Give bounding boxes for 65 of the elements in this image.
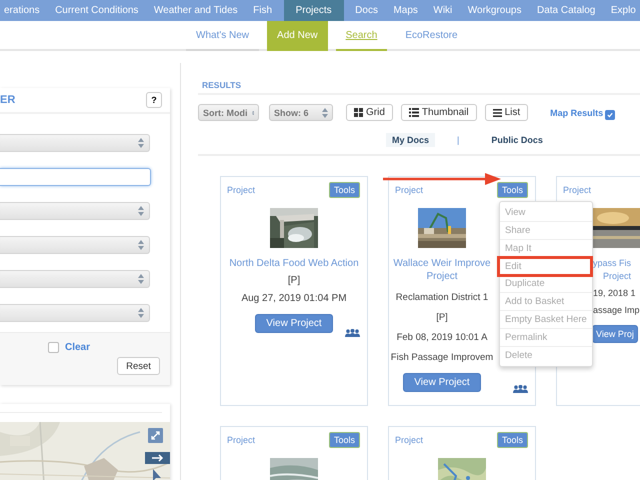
menu-item[interactable]: Map It xyxy=(500,240,592,258)
menu-item[interactable]: Delete xyxy=(500,347,592,364)
nav-tab[interactable]: Explo xyxy=(606,0,640,21)
tools-button[interactable]: Tools xyxy=(496,432,528,448)
view-button[interactable]: Grid xyxy=(346,104,393,121)
select-value: Show: 6 xyxy=(274,108,309,118)
project-title[interactable]: North Delta Food Web Action xyxy=(229,257,359,270)
doc-tab[interactable]: Public Docs xyxy=(485,133,549,147)
nav-tab[interactable]: Wiki xyxy=(429,0,456,21)
sub-tab[interactable]: Search xyxy=(336,21,388,51)
sort-select[interactable]: Sort: Modi xyxy=(198,104,259,121)
nav-tab[interactable]: Workgroups xyxy=(464,0,526,21)
type-label: Project xyxy=(395,435,424,445)
doc-tab[interactable]: My Docs xyxy=(386,133,436,147)
view-project-button[interactable]: View Project xyxy=(255,314,333,333)
info-text: Reclamation District 1 xyxy=(396,292,488,303)
view-button[interactable]: List xyxy=(484,104,528,121)
panel-title: ER xyxy=(0,94,16,106)
view-project-button[interactable]: View Project xyxy=(403,373,481,392)
nav-tab[interactable]: Current Conditions xyxy=(51,0,142,21)
nav-tab[interactable]: Fish xyxy=(249,0,276,21)
project-title[interactable]: Project xyxy=(426,270,458,283)
help-button[interactable]: ? xyxy=(146,92,162,108)
type-label: Project xyxy=(395,185,424,195)
show-select[interactable]: Show: 6 xyxy=(269,104,333,121)
menu-item[interactable]: Share xyxy=(500,222,592,240)
clear-link[interactable]: Clear xyxy=(65,342,90,353)
info-text: Aug 27, 2019 01:04 PM xyxy=(241,293,347,304)
section-title: RESULTS xyxy=(201,80,242,92)
info-text: Feb 08, 2019 10:01 A xyxy=(396,332,488,343)
menu-item[interactable]: View xyxy=(500,204,592,222)
type-label: Project xyxy=(227,185,256,195)
project-title[interactable]: Project xyxy=(593,270,632,283)
menu-item[interactable]: Empty Basket Here xyxy=(500,311,592,329)
sub-tab[interactable]: What's New xyxy=(186,21,260,51)
project-title[interactable]: Wallace Weir Improve xyxy=(393,257,491,270)
menu-item[interactable]: Permalink xyxy=(500,329,592,347)
reset-button[interactable]: Reset xyxy=(117,357,160,375)
add-button[interactable]: Add New xyxy=(267,21,328,51)
separator-text: | xyxy=(457,135,460,145)
view-button[interactable]: Thumbnail xyxy=(400,104,477,121)
type-label: Project xyxy=(563,185,592,195)
map-results-label: Map Results xyxy=(550,108,604,118)
info-text: assage Imp xyxy=(593,305,640,315)
sub-tab[interactable]: EcoRestore xyxy=(395,21,468,51)
select-value: Sort: Modi xyxy=(203,108,248,118)
info-text: [P] xyxy=(436,312,448,323)
tools-button[interactable]: Tools xyxy=(496,182,528,198)
menu-item[interactable]: Edit xyxy=(497,256,593,277)
menu-item[interactable]: Add to Basket xyxy=(500,293,592,311)
project-title[interactable]: ypass Fis xyxy=(593,257,632,270)
nav-tab[interactable]: Docs xyxy=(351,0,382,21)
nav-tab[interactable]: Weather and Tides xyxy=(150,0,242,21)
menu-item[interactable]: Duplicate xyxy=(500,275,592,293)
view-project-button[interactable]: View Proj xyxy=(592,325,638,343)
nav-tab[interactable]: Data Catalog xyxy=(532,0,600,21)
nav-tab[interactable]: Maps xyxy=(389,0,422,21)
info-text: 19, 2018 1 xyxy=(593,288,636,298)
tools-button[interactable]: Tools xyxy=(328,182,360,198)
tools-button[interactable]: Tools xyxy=(328,432,360,448)
info-text: Fish Passage Improvem xyxy=(390,352,494,363)
info-text: [P] xyxy=(288,275,300,286)
nav-tab[interactable]: erations xyxy=(0,0,44,21)
nav-tab[interactable]: Projects xyxy=(284,0,344,21)
type-label: Project xyxy=(227,435,256,445)
